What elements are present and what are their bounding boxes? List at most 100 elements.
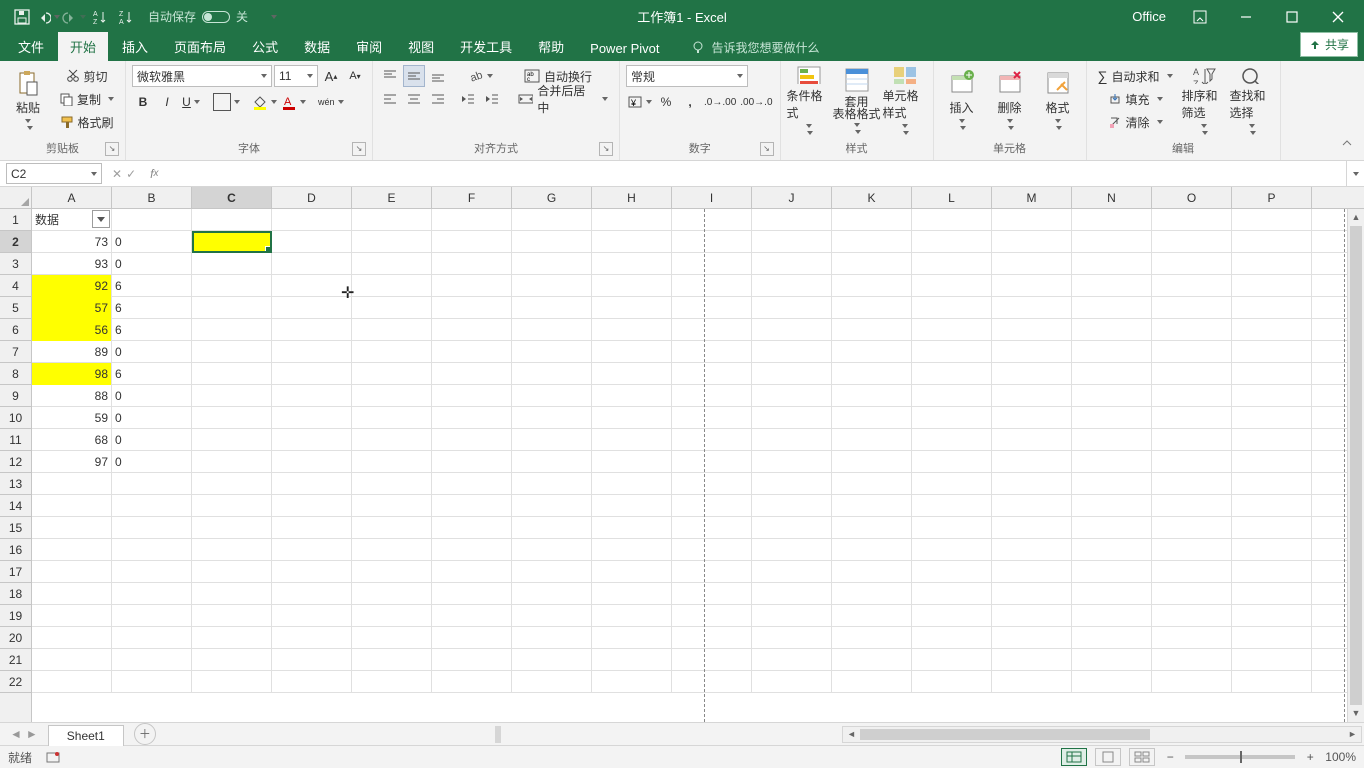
cell-M18[interactable] — [992, 583, 1072, 605]
menu-tab-公式[interactable]: 公式 — [240, 32, 290, 61]
cell-H3[interactable] — [592, 253, 672, 275]
cell-N11[interactable] — [1072, 429, 1152, 451]
col-header-N[interactable]: N — [1072, 187, 1152, 208]
tab-nav-prev-icon[interactable]: ◄ — [10, 727, 22, 741]
cell-E9[interactable] — [352, 385, 432, 407]
qat-customize-button[interactable] — [260, 5, 284, 29]
cell-L4[interactable] — [912, 275, 992, 297]
cell-E2[interactable] — [352, 231, 432, 253]
cell-M2[interactable] — [992, 231, 1072, 253]
cell-P21[interactable] — [1232, 649, 1312, 671]
cell-B9[interactable]: 0 — [112, 385, 192, 407]
cell-M14[interactable] — [992, 495, 1072, 517]
cell-C12[interactable] — [192, 451, 272, 473]
cell-G2[interactable] — [512, 231, 592, 253]
row-header-7[interactable]: 7 — [0, 341, 31, 363]
cell-J5[interactable] — [752, 297, 832, 319]
cell-L8[interactable] — [912, 363, 992, 385]
cell-A14[interactable] — [32, 495, 112, 517]
cell-F3[interactable] — [432, 253, 512, 275]
cell-D4[interactable] — [272, 275, 352, 297]
copy-button[interactable]: 复制 — [54, 88, 119, 110]
cell-F2[interactable] — [432, 231, 512, 253]
cell-I5[interactable] — [672, 297, 752, 319]
horizontal-scrollbar[interactable]: ◄ ► — [842, 726, 1362, 743]
cell-J18[interactable] — [752, 583, 832, 605]
cell-P13[interactable] — [1232, 473, 1312, 495]
cell-C20[interactable] — [192, 627, 272, 649]
cell-C8[interactable] — [192, 363, 272, 385]
zoom-out-button[interactable]: − — [1163, 750, 1177, 764]
cell-M13[interactable] — [992, 473, 1072, 495]
cell-P20[interactable] — [1232, 627, 1312, 649]
cell-G3[interactable] — [512, 253, 592, 275]
cell-N10[interactable] — [1072, 407, 1152, 429]
cell-B10[interactable]: 0 — [112, 407, 192, 429]
menu-tab-开始[interactable]: 开始 — [58, 32, 108, 61]
cell-K8[interactable] — [832, 363, 912, 385]
cell-B6[interactable]: 6 — [112, 319, 192, 341]
cell-M21[interactable] — [992, 649, 1072, 671]
cell-G16[interactable] — [512, 539, 592, 561]
cell-J1[interactable] — [752, 209, 832, 231]
cell-P4[interactable] — [1232, 275, 1312, 297]
cell-G1[interactable] — [512, 209, 592, 231]
cell-N16[interactable] — [1072, 539, 1152, 561]
cell-E18[interactable] — [352, 583, 432, 605]
cell-M22[interactable] — [992, 671, 1072, 693]
font-size-combo[interactable]: 11 — [274, 65, 318, 87]
cell-H8[interactable] — [592, 363, 672, 385]
cell-B16[interactable] — [112, 539, 192, 561]
cell-I6[interactable] — [672, 319, 752, 341]
cell-J16[interactable] — [752, 539, 832, 561]
cell-J13[interactable] — [752, 473, 832, 495]
cell-I22[interactable] — [672, 671, 752, 693]
cell-J4[interactable] — [752, 275, 832, 297]
cell-K4[interactable] — [832, 275, 912, 297]
redo-button[interactable] — [62, 5, 86, 29]
cell-D15[interactable] — [272, 517, 352, 539]
cell-G14[interactable] — [512, 495, 592, 517]
cell-H4[interactable] — [592, 275, 672, 297]
col-header-F[interactable]: F — [432, 187, 512, 208]
cell-L22[interactable] — [912, 671, 992, 693]
cell-B7[interactable]: 0 — [112, 341, 192, 363]
cell-L13[interactable] — [912, 473, 992, 495]
cell-F15[interactable] — [432, 517, 512, 539]
cell-I10[interactable] — [672, 407, 752, 429]
decrease-indent-icon[interactable] — [457, 88, 479, 110]
cell-B4[interactable]: 6 — [112, 275, 192, 297]
increase-indent-icon[interactable] — [481, 88, 503, 110]
cell-M8[interactable] — [992, 363, 1072, 385]
cell-K19[interactable] — [832, 605, 912, 627]
cell-K16[interactable] — [832, 539, 912, 561]
cell-M19[interactable] — [992, 605, 1072, 627]
cell-A4[interactable]: 92 — [32, 275, 112, 297]
cell-O13[interactable] — [1152, 473, 1232, 495]
cell-P8[interactable] — [1232, 363, 1312, 385]
cell-K12[interactable] — [832, 451, 912, 473]
cell-O5[interactable] — [1152, 297, 1232, 319]
row-header-19[interactable]: 19 — [0, 605, 31, 627]
format-painter-button[interactable]: 格式刷 — [54, 111, 119, 133]
cell-E17[interactable] — [352, 561, 432, 583]
cell-J21[interactable] — [752, 649, 832, 671]
cell-D3[interactable] — [272, 253, 352, 275]
cell-N2[interactable] — [1072, 231, 1152, 253]
cell-C17[interactable] — [192, 561, 272, 583]
cell-B17[interactable] — [112, 561, 192, 583]
delete-cells-button[interactable]: 删除 — [988, 65, 1032, 135]
cell-E1[interactable] — [352, 209, 432, 231]
row-header-17[interactable]: 17 — [0, 561, 31, 583]
cell-G9[interactable] — [512, 385, 592, 407]
cell-J8[interactable] — [752, 363, 832, 385]
number-launcher-icon[interactable]: ↘ — [760, 142, 774, 156]
cell-P9[interactable] — [1232, 385, 1312, 407]
menu-tab-审阅[interactable]: 审阅 — [344, 32, 394, 61]
cell-N22[interactable] — [1072, 671, 1152, 693]
increase-decimal-icon[interactable]: .0→.00 — [703, 91, 737, 113]
cell-J2[interactable] — [752, 231, 832, 253]
comma-icon[interactable]: , — [679, 91, 701, 113]
cell-I21[interactable] — [672, 649, 752, 671]
fx-icon[interactable]: fx — [144, 161, 164, 186]
